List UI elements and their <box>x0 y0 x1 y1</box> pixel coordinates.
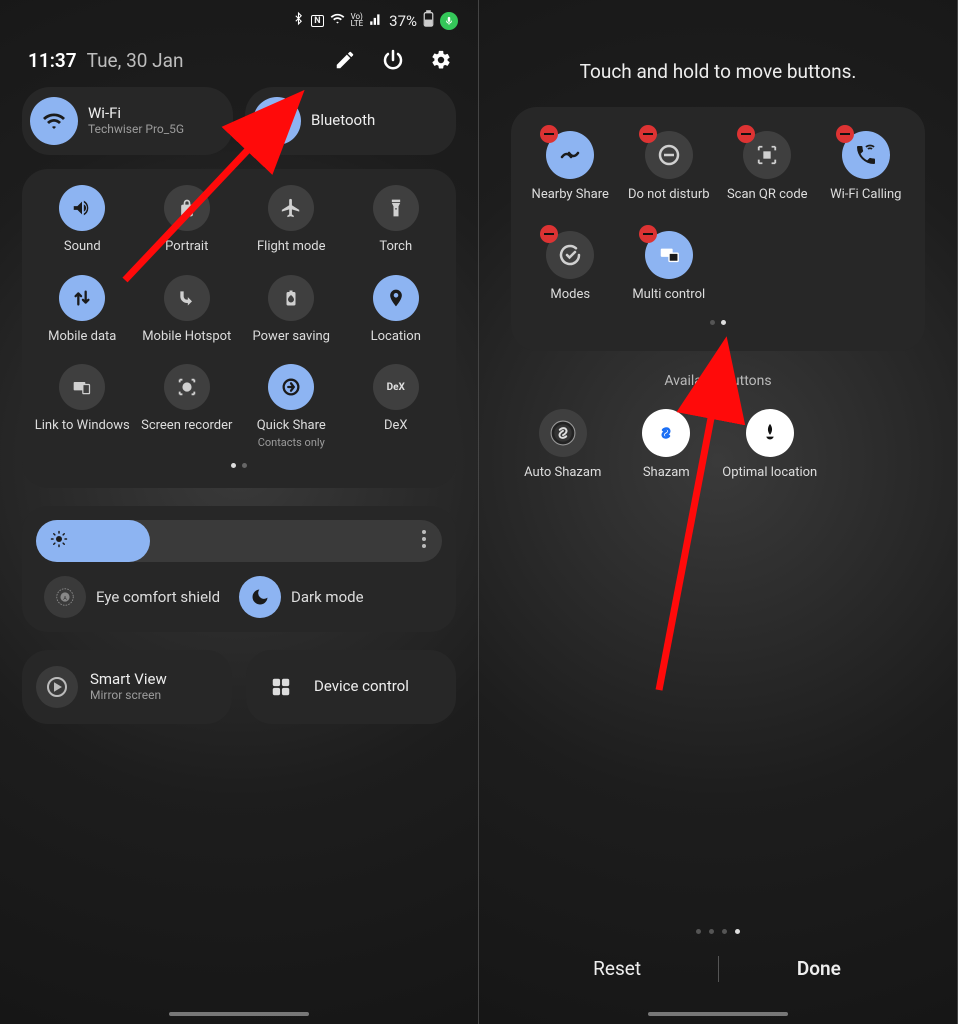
multi-control-tile[interactable]: Multi control <box>620 231 719 303</box>
brightness-card: A Eye comfort shield Dark mode <box>22 506 456 632</box>
moon-icon <box>239 576 281 618</box>
bluetooth-icon <box>253 97 301 145</box>
power-icon[interactable] <box>380 47 406 73</box>
smart-view-tile[interactable]: Smart View Mirror screen <box>22 650 232 724</box>
svg-text:A: A <box>63 596 67 602</box>
dex-icon: DeX <box>373 364 419 410</box>
torch-tile[interactable]: Torch <box>344 185 449 255</box>
qr-icon <box>743 131 791 179</box>
optimal-location-tile[interactable]: Optimal location <box>718 409 822 481</box>
edit-icon[interactable] <box>332 47 358 73</box>
bluetooth-status-icon <box>292 12 305 29</box>
wifi-calling-icon <box>842 131 890 179</box>
reset-button[interactable]: Reset <box>517 947 718 990</box>
device-control-icon <box>260 666 302 708</box>
signal-status-icon <box>369 12 383 30</box>
eye-comfort-icon: A <box>44 576 86 618</box>
clock-date: Tue, 30 Jan <box>87 49 184 72</box>
nearby-share-icon <box>546 131 594 179</box>
screen-record-icon <box>164 364 210 410</box>
portrait-tile[interactable]: Portrait <box>135 185 240 255</box>
nearby-share-tile[interactable]: Nearby Share <box>521 131 620 203</box>
link-to-windows-tile[interactable]: Link to Windows <box>30 364 135 449</box>
quick-share-icon <box>268 364 314 410</box>
wifi-title: Wi-Fi <box>88 105 184 122</box>
wifi-tile[interactable]: Wi-Fi Techwiser Pro_5G <box>22 87 233 155</box>
auto-shazam-icon <box>539 409 587 457</box>
smart-view-icon <box>36 666 78 708</box>
modes-icon <box>546 231 594 279</box>
battery-percentage: 37% <box>389 12 417 30</box>
hotspot-icon <box>164 275 210 321</box>
flight-mode-tile[interactable]: Flight mode <box>239 185 344 255</box>
mobile-hotspot-tile[interactable]: Mobile Hotspot <box>135 275 240 345</box>
modes-tile[interactable]: Modes <box>521 231 620 303</box>
shazam-tile[interactable]: Shazam <box>615 409 719 481</box>
remove-badge-icon[interactable] <box>639 125 657 143</box>
quick-share-tile[interactable]: Quick Share Contacts only <box>239 364 344 449</box>
sound-tile[interactable]: Sound <box>30 185 135 255</box>
eye-comfort-toggle[interactable]: A Eye comfort shield <box>44 576 239 618</box>
quick-settings-panel: N Vo)LTE 37% 11:37 Tue, 30 Jan <box>0 0 479 1024</box>
wifi-calling-tile[interactable]: Wi-Fi Calling <box>817 131 916 203</box>
settings-gear-icon[interactable] <box>428 47 454 73</box>
status-bar: N Vo)LTE 37% <box>0 0 478 37</box>
dnd-tile[interactable]: Do not disturb <box>620 131 719 203</box>
remove-badge-icon[interactable] <box>540 125 558 143</box>
nav-handle[interactable] <box>169 1012 309 1016</box>
edit-quick-settings-panel: Touch and hold to move buttons. Nearby S… <box>479 0 958 1024</box>
screen-recorder-tile[interactable]: Screen recorder <box>135 364 240 449</box>
bluetooth-tile[interactable]: Bluetooth <box>245 87 456 155</box>
bluetooth-title: Bluetooth <box>311 112 375 129</box>
qs-tile-card: Sound Portrait Flight mode Torch <box>22 169 456 488</box>
edit-instructions: Touch and hold to move buttons. <box>479 0 957 107</box>
remove-badge-icon[interactable] <box>836 125 854 143</box>
dex-tile[interactable]: DeX DeX <box>344 364 449 449</box>
remove-badge-icon[interactable] <box>737 125 755 143</box>
active-buttons-card: Nearby Share Do not disturb Scan QR code <box>511 107 925 351</box>
portrait-lock-icon <box>164 185 210 231</box>
wifi-status-icon <box>330 11 345 30</box>
nfc-status-icon: N <box>311 15 323 27</box>
battery-icon <box>423 10 434 31</box>
remove-badge-icon[interactable] <box>639 225 657 243</box>
brightness-more-icon[interactable] <box>422 530 426 552</box>
multi-control-icon <box>645 231 693 279</box>
available-buttons-label: Available buttons <box>479 373 957 389</box>
flashlight-icon <box>373 185 419 231</box>
shazam-icon <box>642 409 690 457</box>
scan-qr-tile[interactable]: Scan QR code <box>718 131 817 203</box>
clock-time: 11:37 <box>28 49 77 72</box>
brightness-slider[interactable] <box>36 520 442 562</box>
airplane-icon <box>268 185 314 231</box>
link-windows-icon <box>59 364 105 410</box>
wifi-icon <box>30 97 78 145</box>
optimal-location-icon <box>746 409 794 457</box>
sound-icon <box>59 185 105 231</box>
volte-status-icon: Vo)LTE <box>351 14 364 27</box>
dnd-icon <box>645 131 693 179</box>
battery-leaf-icon <box>268 275 314 321</box>
dark-mode-toggle[interactable]: Dark mode <box>239 576 434 618</box>
location-pin-icon <box>373 275 419 321</box>
done-button[interactable]: Done <box>719 947 920 990</box>
mobile-data-tile[interactable]: Mobile data <box>30 275 135 345</box>
device-control-tile[interactable]: Device control <box>246 650 456 724</box>
location-tile[interactable]: Location <box>344 275 449 345</box>
power-saving-tile[interactable]: Power saving <box>239 275 344 345</box>
microphone-indicator <box>440 12 458 30</box>
brightness-sun-icon <box>50 530 68 552</box>
available-page-indicator <box>479 929 957 934</box>
auto-shazam-tile[interactable]: Auto Shazam <box>511 409 615 481</box>
page-indicator <box>30 463 448 468</box>
nav-handle[interactable] <box>648 1012 788 1016</box>
wifi-subtitle: Techwiser Pro_5G <box>88 123 184 137</box>
remove-badge-icon[interactable] <box>540 225 558 243</box>
qs-header: 11:37 Tue, 30 Jan <box>0 37 478 87</box>
mobile-data-icon <box>59 275 105 321</box>
active-page-indicator <box>521 320 915 325</box>
